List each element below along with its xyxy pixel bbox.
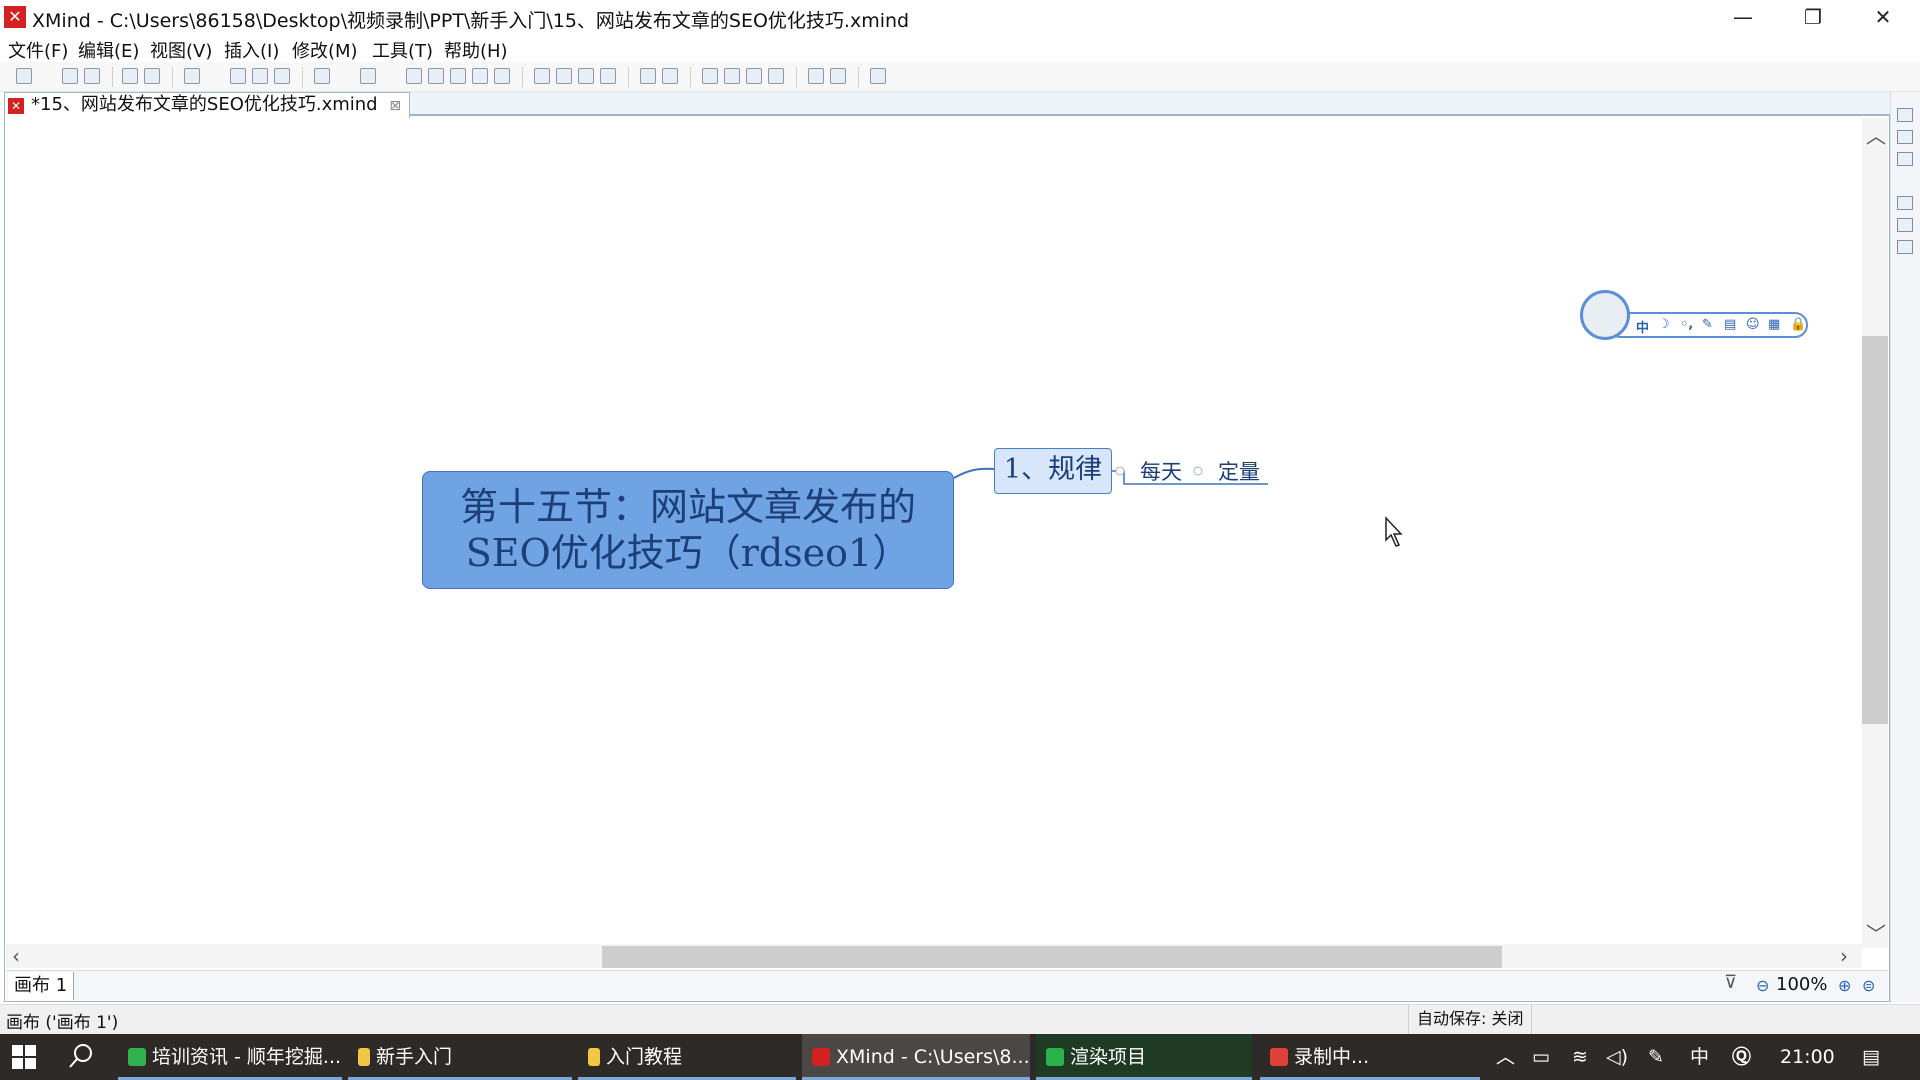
sheet-tab-bar [6,970,1888,1000]
tray-chevron-up-icon[interactable]: ︿ [1496,1034,1515,1080]
subtopic-daily[interactable]: 每天 [1140,456,1182,486]
tray-wifi-icon[interactable]: ≋ [1572,1034,1588,1080]
side-properties-icon[interactable] [1897,218,1913,232]
zoom-reset-icon[interactable]: ⊜ [1862,976,1875,995]
ime-grid-icon[interactable]: ▦ [1768,317,1780,332]
side-search-icon[interactable] [1897,152,1913,166]
main-topic[interactable]: 1、规律 [994,448,1112,494]
tray-pen-icon[interactable]: ✎ [1648,1034,1664,1080]
scroll-left-icon[interactable]: ‹ [12,944,20,968]
connector-lines [953,466,1403,547]
camtasia-icon [1046,1048,1064,1066]
scroll-down-icon[interactable]: ﹀ [1866,918,1886,947]
tray-app-icon[interactable]: Ⓠ [1732,1034,1751,1080]
sheet-tab[interactable]: 画布 1 [8,972,75,1000]
taskbar-item-label: 新手入门 [376,1046,453,1068]
ime-tool-icon[interactable]: ✎ [1702,317,1713,332]
taskbar-item-folder-newbie[interactable]: 新手入门 [348,1034,572,1080]
folder-icon [588,1048,600,1066]
zoom-out-icon[interactable]: ⊖ [1756,976,1769,995]
status-sheet-info: 画布 ('画布 1') [6,1013,119,1033]
taskbar-item-label: 录制中... [1294,1046,1370,1068]
taskbar-item-label: 培训资讯 - 顺年挖掘... [152,1046,342,1068]
subtopic-quantity[interactable]: 定量 [1218,456,1260,486]
zoom-level: 100% [1776,974,1828,995]
ime-moon-icon[interactable]: ☽ [1658,317,1670,332]
scroll-up-icon[interactable]: ︿ [1866,120,1886,149]
folder-icon [358,1048,370,1066]
filter-icon[interactable]: ⊽ [1724,972,1737,993]
status-autosave[interactable]: 自动保存: 关闭 [1408,1004,1533,1034]
browser-icon [128,1048,146,1066]
mouse-cursor-icon [1385,516,1403,547]
side-outline-icon[interactable] [1897,130,1913,144]
taskbar-item-label: XMind - C:\Users\8... [836,1046,1030,1068]
collapse-handle-icon [1115,466,1125,476]
scroll-right-icon[interactable]: › [1840,944,1848,968]
taskbar-item-browser[interactable]: 培训资讯 - 顺年挖掘... [118,1034,342,1080]
central-topic-line1: 第十五节：网站文章发布的 [459,485,916,529]
recorder-icon [1270,1048,1288,1066]
collapse-handle-icon [1193,466,1203,476]
taskbar-item-folder-tutorial[interactable]: 入门教程 [578,1034,796,1080]
central-topic[interactable]: 第十五节：网站文章发布的 SEO优化技巧（rdseo1） [422,471,954,589]
ime-avatar-icon[interactable] [1580,290,1630,340]
tray-clock[interactable]: 21:00 [1780,1034,1835,1080]
ime-clipboard-icon[interactable]: ▤ [1724,317,1736,332]
zoom-in-icon[interactable]: ⊕ [1838,976,1851,995]
side-restore-icon[interactable] [1897,196,1913,210]
ime-lock-icon[interactable]: 🔒 [1790,317,1806,332]
tray-volume-icon[interactable]: ◁) [1606,1034,1628,1080]
taskbar-item-label: 渲染项目 [1070,1046,1147,1068]
vertical-scroll-thumb[interactable] [1862,336,1888,724]
taskbar-item-recording[interactable]: 录制中... [1260,1034,1480,1080]
windows-start-icon[interactable] [12,1045,36,1069]
ime-lang-icon[interactable]: 中 [1636,317,1649,336]
ime-emoji-icon[interactable]: ☺ [1746,317,1760,332]
notification-center-icon[interactable]: ▤ [1862,1034,1880,1080]
search-icon[interactable] [68,1043,94,1069]
connector-central-main [953,467,995,479]
side-restore-icon[interactable] [1897,108,1913,122]
status-bar [0,1004,1920,1034]
xmind-logo-icon [812,1048,830,1066]
horizontal-scroll-thumb[interactable] [602,946,1502,968]
taskbar-item-xmind[interactable]: XMind - C:\Users\8... [802,1034,1030,1080]
taskbar-item-render[interactable]: 渲染项目 [1036,1034,1252,1080]
central-topic-line2: SEO优化技巧（rdseo1） [465,531,911,575]
ime-punct-icon[interactable]: ◦, [1680,317,1693,332]
side-overview-icon[interactable] [1897,240,1913,254]
tray-ime-indicator[interactable]: 中 [1690,1034,1709,1080]
taskbar-item-label: 入门教程 [606,1046,683,1068]
tray-battery-icon[interactable]: ▭ [1532,1034,1550,1080]
